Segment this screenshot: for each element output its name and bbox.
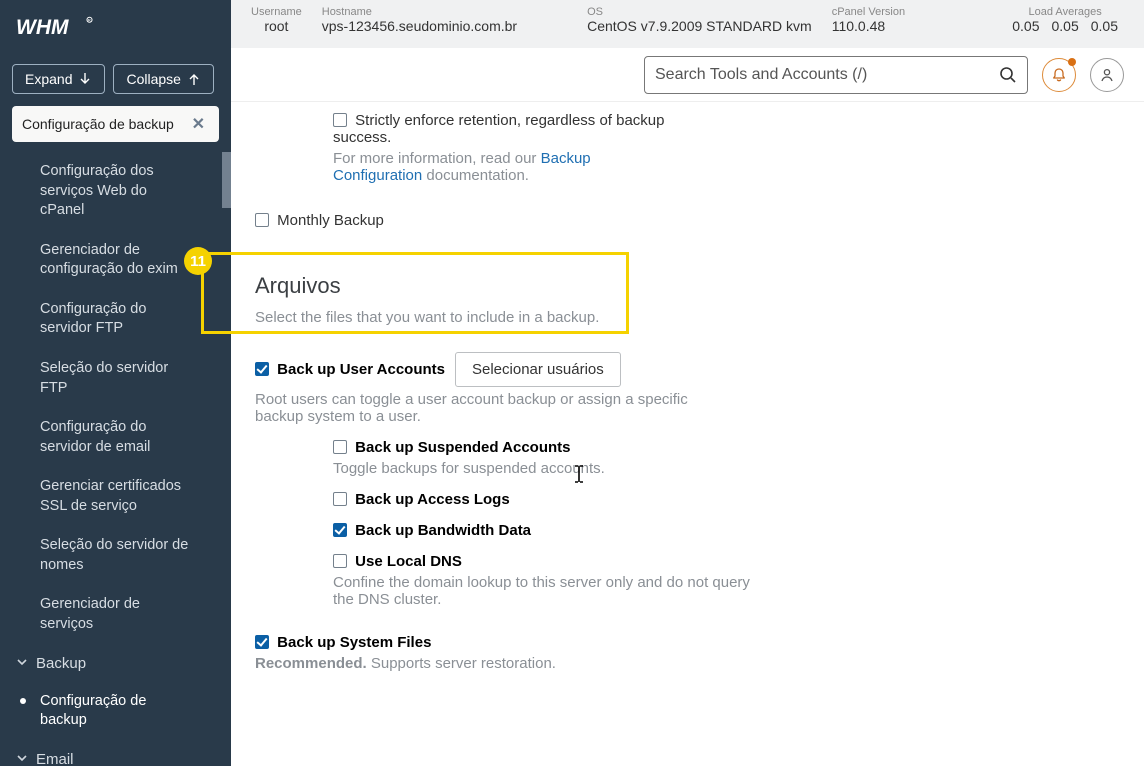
strict-retention-checkbox[interactable] [333, 113, 347, 127]
search-icon[interactable] [999, 66, 1017, 84]
backup-user-accounts-checkbox[interactable] [255, 362, 269, 376]
whm-logo-icon: WHM R [16, 13, 136, 43]
monthly-backup-checkbox[interactable] [255, 213, 269, 227]
arrow-down-icon [78, 72, 92, 86]
arrow-up-icon [187, 72, 201, 86]
load-label: Load Averages [1006, 6, 1124, 18]
sidebar-item-ftp-select[interactable]: Seleção do servidor FTP [0, 349, 231, 408]
sidebar-item-ftp-config[interactable]: Configuração do servidor FTP [0, 290, 231, 349]
sidebar-item-mail-config[interactable]: Configuração do servidor de email [0, 408, 231, 467]
search-box[interactable] [644, 56, 1028, 94]
sidebar-nav[interactable]: Configuração dos serviços Web do cPanel … [0, 152, 231, 766]
scrollbar-thumb[interactable] [222, 152, 231, 208]
backup-suspended-option[interactable]: Back up Suspended Accounts [333, 439, 571, 456]
files-section-desc: Select the files that you want to includ… [255, 309, 1126, 326]
sidebar-item-nameserver[interactable]: Seleção do servidor de nomes [0, 526, 231, 585]
sidebar-item-ssl[interactable]: Gerenciar certificados SSL de serviço [0, 467, 231, 526]
svg-text:WHM: WHM [16, 16, 69, 39]
sidebar-group-email[interactable]: Email [0, 741, 231, 766]
breadcrumb-pill[interactable]: Configuração de backup ✕ [12, 106, 219, 142]
search-input[interactable] [655, 66, 999, 84]
backup-user-accounts-desc: Root users can toggle a user account bac… [255, 391, 725, 425]
annotation-badge: 11 [184, 247, 212, 275]
strict-retention-note: For more information, read our Backup Co… [333, 150, 673, 184]
files-section-title: Arquivos [255, 273, 1126, 299]
username-label: Username [251, 6, 302, 18]
sidebar-item-backup-config[interactable]: Configuração de backup [0, 682, 231, 741]
close-icon[interactable]: ✕ [188, 114, 209, 134]
backup-user-accounts-option[interactable]: Back up User Accounts [255, 361, 445, 378]
collapse-button[interactable]: Collapse [113, 64, 213, 94]
select-users-button[interactable]: Selecionar usuários [455, 352, 621, 387]
sidebar-group-backup[interactable]: Backup [0, 645, 231, 682]
expand-button[interactable]: Expand [12, 64, 105, 94]
breadcrumb-label: Configuração de backup [22, 116, 174, 132]
whm-logo[interactable]: WHM R [0, 0, 231, 56]
user-icon [1099, 67, 1115, 83]
chevron-down-icon [16, 751, 28, 766]
backup-suspended-desc: Toggle backups for suspended accounts. [333, 460, 893, 477]
use-local-dns-desc: Confine the domain lookup to this server… [333, 574, 773, 608]
username-value: root [251, 18, 302, 34]
monthly-backup-option[interactable]: Monthly Backup [255, 212, 384, 229]
sidebar: WHM R Expand Collapse Configuração de ba… [0, 0, 231, 766]
backup-bandwidth-option[interactable]: Back up Bandwidth Data [333, 522, 531, 539]
bell-icon [1051, 67, 1067, 83]
hostname-label: Hostname [322, 6, 517, 18]
hostname-value: vps-123456.seudominio.com.br [322, 18, 517, 34]
notifications-button[interactable] [1042, 58, 1076, 92]
backup-system-files-checkbox[interactable] [255, 635, 269, 649]
backup-system-files-option[interactable]: Back up System Files [255, 634, 431, 651]
server-info-bar: Username root Hostname vps-123456.seudom… [231, 0, 1144, 48]
sidebar-item-services[interactable]: Gerenciador de serviços [0, 585, 231, 644]
os-value: CentOS v7.9.2009 STANDARD kvm [587, 18, 812, 34]
chevron-down-icon [16, 655, 28, 672]
sidebar-item-cpanel-web[interactable]: Configuração dos serviços Web do cPanel [0, 152, 231, 231]
backup-bandwidth-checkbox[interactable] [333, 523, 347, 537]
use-local-dns-option[interactable]: Use Local DNS [333, 553, 462, 570]
backup-suspended-checkbox[interactable] [333, 440, 347, 454]
strict-retention-option[interactable]: Strictly enforce retention, regardless o… [333, 112, 665, 146]
backup-system-files-desc: Recommended. Supports server restoration… [255, 655, 1126, 672]
page-header [231, 48, 1144, 102]
main-content[interactable]: Strictly enforce retention, regardless o… [231, 102, 1144, 766]
version-label: cPanel Version [832, 6, 905, 18]
account-button[interactable] [1090, 58, 1124, 92]
backup-access-logs-checkbox[interactable] [333, 492, 347, 506]
os-label: OS [587, 6, 812, 18]
backup-access-logs-option[interactable]: Back up Access Logs [333, 491, 510, 508]
load-values: 0.050.050.05 [1006, 18, 1124, 34]
version-value: 110.0.48 [832, 18, 905, 34]
use-local-dns-checkbox[interactable] [333, 554, 347, 568]
